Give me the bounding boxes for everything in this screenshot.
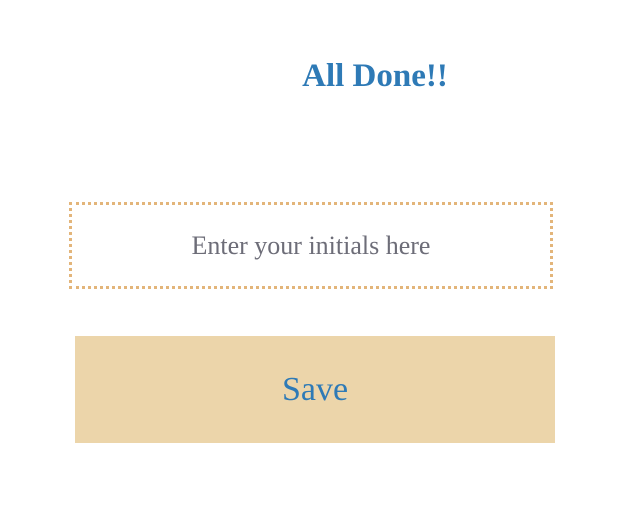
initials-input[interactable] [72, 205, 550, 286]
page-title: All Done!! [302, 58, 448, 94]
initials-field[interactable]: Enter your initials here [69, 202, 553, 289]
save-button[interactable]: Save [75, 336, 555, 443]
